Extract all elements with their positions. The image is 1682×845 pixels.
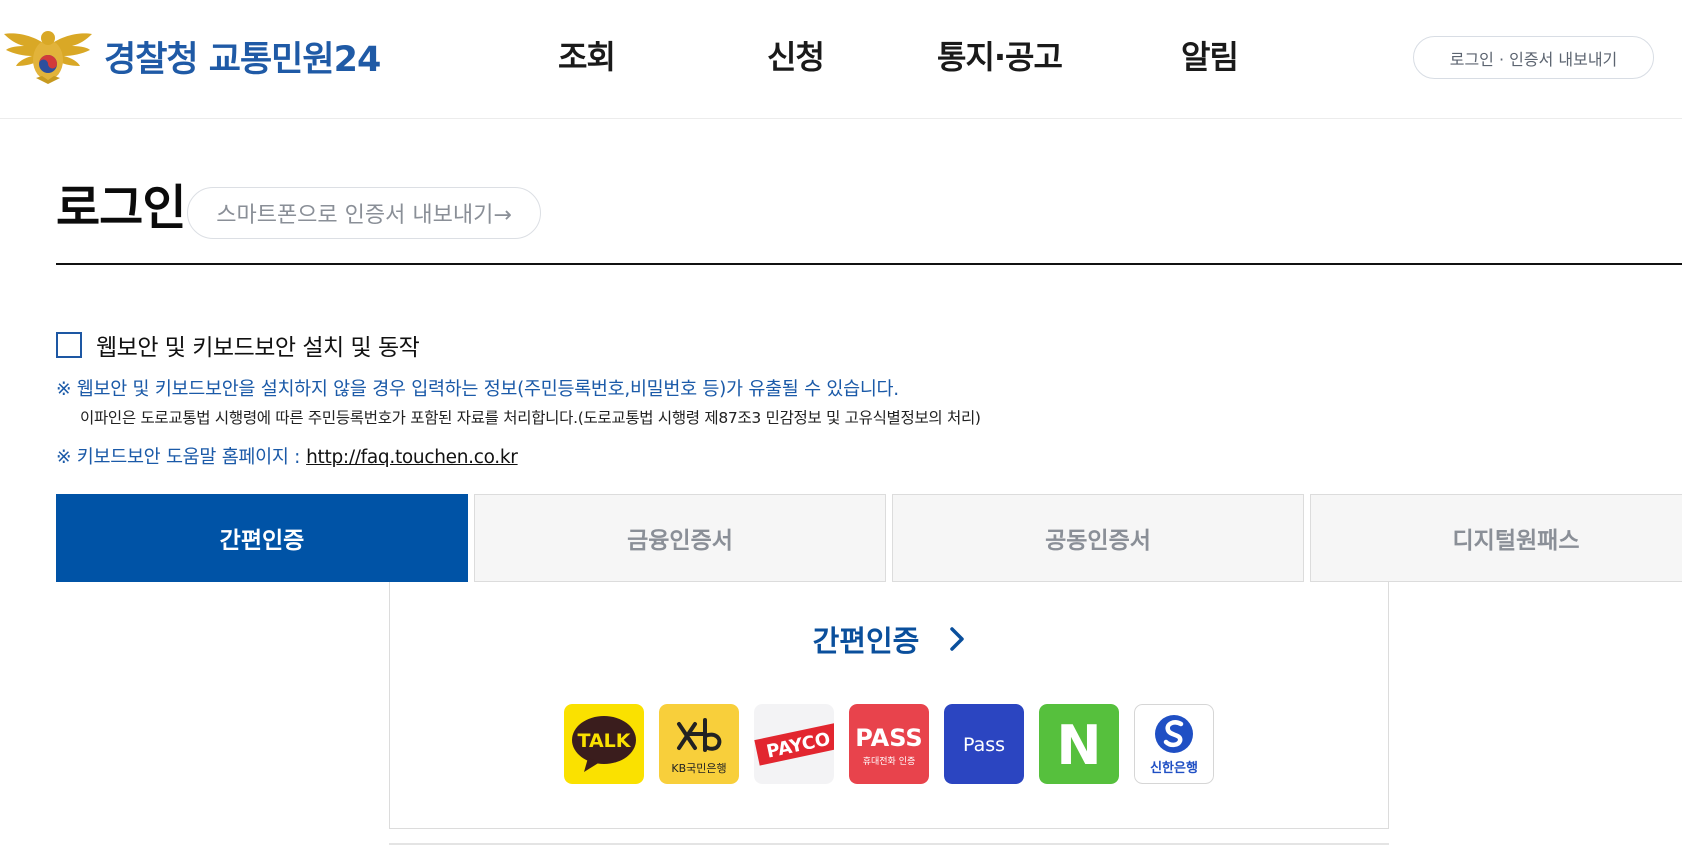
auth-tabs: 간편인증 금융인증서 공동인증서 디지털원패스 (56, 494, 1682, 582)
shinhan-text: 신한은행 (1150, 760, 1198, 776)
nav-alerts[interactable]: 알림 (1181, 32, 1239, 78)
tab-joint-cert[interactable]: 공동인증서 (892, 494, 1304, 582)
pass-samsung-icon: Pass (944, 704, 1024, 784)
keyboard-help-link[interactable]: http://faq.touchen.co.kr (306, 447, 518, 468)
provider-shinhan[interactable]: 신한은행 (1134, 704, 1214, 784)
naver-icon: N (1039, 704, 1119, 784)
chevron-right-icon (950, 627, 965, 651)
tab-financial-cert[interactable]: 금융인증서 (474, 494, 886, 582)
privacy-notice: 이파인은 도로교통법 시행령에 따른 주민등록번호가 포함된 자료를 처리합니다… (80, 409, 981, 427)
provider-kakao-talk[interactable]: TALK (564, 704, 644, 784)
provider-kb-bank[interactable]: KB국민은행 (659, 704, 739, 784)
provider-naver[interactable]: N (1039, 704, 1119, 784)
provider-pass-samsung[interactable]: Pass (944, 704, 1024, 784)
pass-mobile-text: PASS (855, 724, 922, 752)
kakao-talk-icon: TALK (564, 704, 644, 784)
payco-icon: PAYCO (754, 704, 834, 784)
logo-text: 경찰청 교통민원24 (104, 39, 381, 80)
site-logo[interactable]: 경찰청 교통민원24 (2, 26, 381, 86)
nav-application[interactable]: 신청 (767, 32, 825, 78)
provider-payco[interactable]: PAYCO (754, 704, 834, 784)
shinhan-icon: 신한은행 (1134, 704, 1214, 784)
page-title-area: 로그인 스마트폰으로 인증서 내보내기→ (56, 178, 1682, 265)
pass-mobile-subtext: 휴대전화 인증 (863, 756, 916, 767)
kb-bank-text: KB국민은행 (671, 762, 726, 775)
pass-mobile-icon: PASS 휴대전화 인증 (849, 704, 929, 784)
security-option: 웹보안 및 키보드보안 설치 및 동작 (56, 328, 420, 362)
nav-inquiry[interactable]: 조회 (558, 32, 616, 78)
tab-simple-auth[interactable]: 간편인증 (56, 494, 468, 582)
keyboard-help-notice: ※ 키보드보안 도움말 홈페이지 : http://faq.touchen.co.… (56, 443, 518, 469)
provider-pass-mobile[interactable]: PASS 휴대전화 인증 (849, 704, 929, 784)
pass-samsung-text: Pass (963, 734, 1005, 756)
login-export-button[interactable]: 로그인 · 인증서 내보내기 (1413, 36, 1654, 79)
simple-auth-title: 간편인증 (812, 624, 920, 658)
naver-text: N (1056, 714, 1101, 777)
simple-auth-panel: 간편인증 TALK KB국민은행 PAYCO PASS 휴대전화 인증 Pass… (389, 582, 1389, 829)
security-checkbox-label[interactable]: 웹보안 및 키보드보안 설치 및 동작 (96, 328, 420, 362)
security-notice: ※ 웹보안 및 키보드보안을 설치하지 않을 경우 입력하는 정보(주민등록번호… (56, 379, 899, 400)
page-title: 로그인 (56, 180, 186, 236)
smartphone-export-button[interactable]: 스마트폰으로 인증서 내보내기→ (187, 187, 541, 239)
site-header: 경찰청 교통민원24 조회 신청 통지·공고 알림 로그인 · 인증서 내보내기 (0, 0, 1682, 119)
nav-notice[interactable]: 통지·공고 (937, 32, 1063, 78)
security-checkbox[interactable] (56, 332, 82, 358)
kb-bank-icon: KB국민은행 (659, 704, 739, 784)
simple-auth-title-link[interactable]: 간편인증 (390, 618, 1390, 660)
tab-digital-onepass[interactable]: 디지털원패스 (1310, 494, 1682, 582)
keyboard-help-prefix: ※ 키보드보안 도움말 홈페이지 : (56, 447, 301, 468)
police-emblem-icon (4, 31, 92, 84)
kakao-talk-text: TALK (577, 730, 631, 752)
